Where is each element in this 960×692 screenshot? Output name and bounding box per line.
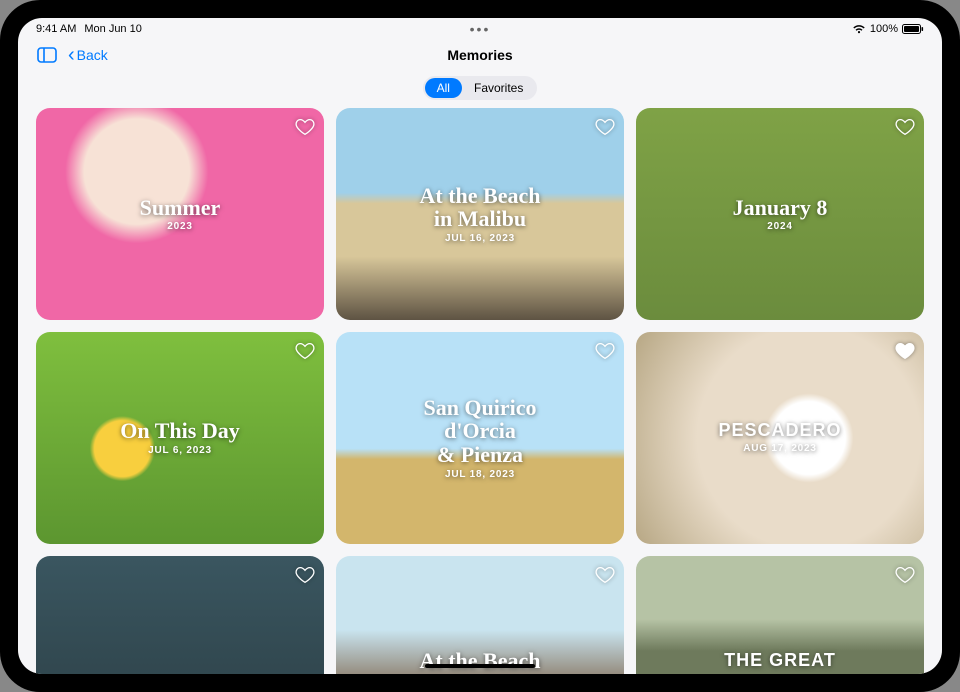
memory-overlay: PESCADERO AUG 17, 2023 [708,421,851,453]
tab-favorites[interactable]: Favorites [462,78,535,98]
memory-overlay: January 82024 [723,196,838,233]
memories-grid: Summer2023 At the Beach in MalibuJUL 16, … [36,108,924,674]
memory-title: January 8 [733,196,828,220]
memory-card[interactable]: Summer2023 [36,108,324,320]
favorite-heart-icon[interactable] [294,564,316,586]
memory-title: San Quirico d'Orcia & Pienza [423,396,536,467]
memory-overlay: At the Beach [410,649,551,675]
memory-subtitle: JUL 18, 2023 [423,469,536,480]
status-time: 9:41 AM [36,23,76,35]
status-date: Mon Jun 10 [84,23,141,35]
memory-card[interactable]: On This Day JUL 6, 2023 [36,332,324,544]
multitask-dots-icon[interactable]: ••• [470,21,491,37]
memory-subtitle: AUG 17, 2023 [718,443,841,454]
memory-card[interactable] [36,556,324,675]
wifi-icon [852,24,866,34]
segmented-control: All Favorites [423,76,538,100]
status-bar: 9:41 AM Mon Jun 10 ••• 100% [18,18,942,38]
tab-all[interactable]: All [425,78,462,98]
favorite-heart-icon[interactable] [594,564,616,586]
favorite-heart-icon[interactable] [894,340,916,362]
memory-overlay: THE GREAT [714,651,846,672]
nav-bar: ‹ Back Memories [18,38,942,72]
memory-card[interactable]: THE GREAT [636,556,924,675]
memory-subtitle: 2023 [140,221,221,232]
back-button[interactable]: ‹ Back [68,45,108,65]
favorite-heart-icon[interactable] [594,340,616,362]
nav-left: ‹ Back [36,45,108,65]
status-right: 100% [852,23,924,35]
memory-overlay: San Quirico d'Orcia & Pienza JUL 18, 2023 [413,396,546,480]
memory-card[interactable]: January 82024 [636,108,924,320]
memory-overlay: At the Beach in MalibuJUL 16, 2023 [410,184,551,245]
memory-overlay: On This Day JUL 6, 2023 [110,419,249,456]
chevron-left-icon: ‹ [68,45,75,65]
favorite-heart-icon[interactable] [894,564,916,586]
memory-title: At the Beach [420,649,541,673]
memory-subtitle: 2024 [733,221,828,232]
status-left: 9:41 AM Mon Jun 10 [36,23,142,35]
segmented-row: All Favorites [18,72,942,108]
memory-title: At the Beach in Malibu [420,184,541,232]
home-indicator[interactable] [425,664,535,668]
memory-title: On This Day [120,419,239,443]
battery-text: 100% [870,23,898,35]
memory-overlay [170,660,190,662]
favorite-heart-icon[interactable] [894,116,916,138]
page-title: Memories [447,47,512,63]
memory-subtitle: JUL 16, 2023 [420,233,541,244]
memory-card[interactable]: PESCADERO AUG 17, 2023 [636,332,924,544]
memory-card[interactable]: San Quirico d'Orcia & Pienza JUL 18, 2023 [336,332,624,544]
favorite-heart-icon[interactable] [294,340,316,362]
device-frame: 9:41 AM Mon Jun 10 ••• 100% [0,0,960,692]
memory-card[interactable]: At the Beach in MalibuJUL 16, 2023 [336,108,624,320]
memory-card[interactable]: At the Beach [336,556,624,675]
memories-grid-wrap: Summer2023 At the Beach in MalibuJUL 16, … [18,108,942,674]
memory-subtitle: JUL 6, 2023 [120,445,239,456]
back-label: Back [77,47,108,63]
favorite-heart-icon[interactable] [594,116,616,138]
battery-icon [902,24,924,34]
favorite-heart-icon[interactable] [294,116,316,138]
memory-overlay: Summer2023 [130,196,231,233]
memory-title: THE GREAT [724,651,836,670]
memory-title: PESCADERO [718,421,841,440]
screen: 9:41 AM Mon Jun 10 ••• 100% [18,18,942,674]
memory-title: Summer [140,196,221,220]
sidebar-toggle-icon[interactable] [36,46,58,64]
